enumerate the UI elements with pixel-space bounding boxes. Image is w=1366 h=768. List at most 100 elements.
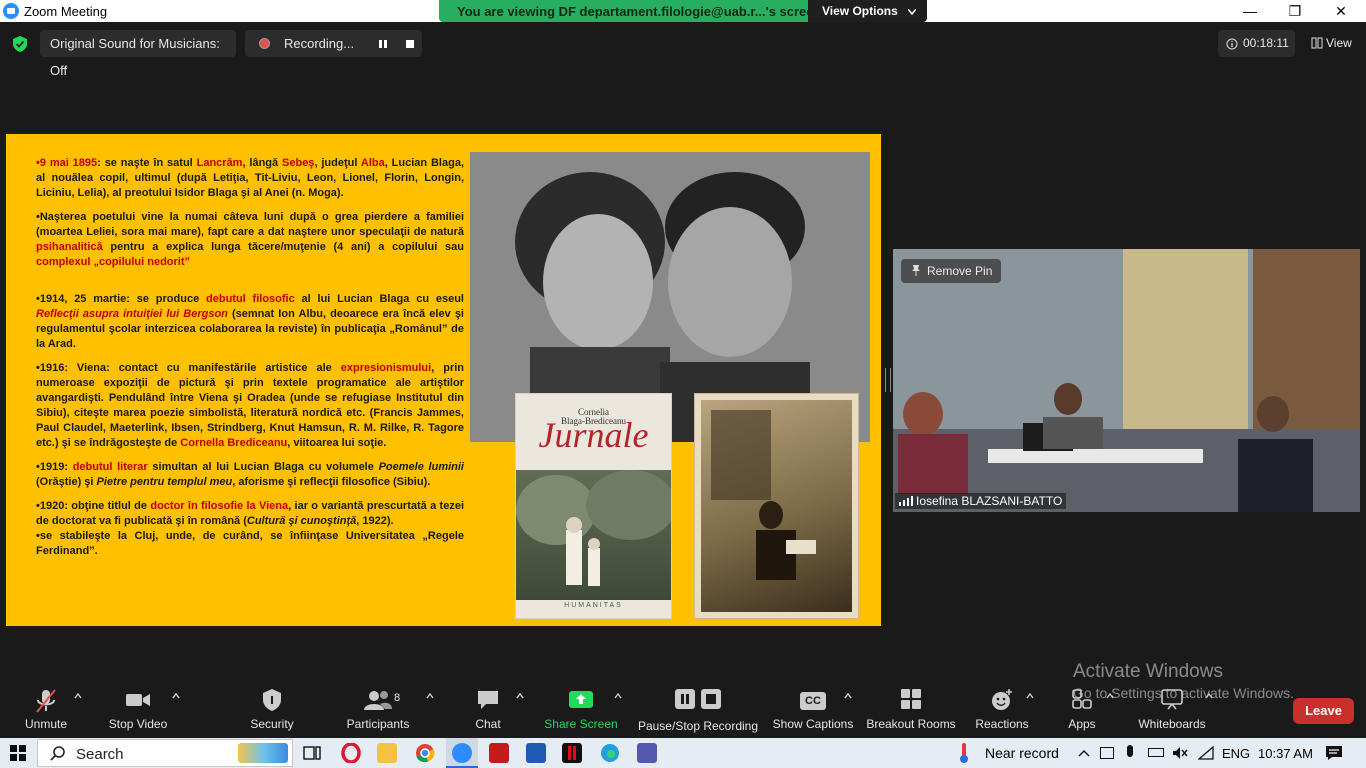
teams-icon[interactable] — [637, 743, 657, 763]
slide-highlight: expresionismului — [340, 362, 432, 374]
info-icon — [1226, 38, 1238, 50]
acrobat-icon[interactable] — [489, 743, 509, 763]
chevron-up-icon[interactable] — [74, 692, 82, 700]
slide-paragraph-1: •9 mai 1895: se naşte în satul Lancrăm, … — [36, 156, 464, 201]
slide-paragraph-5: •1919: debutul literar simultan al lui L… — [36, 460, 464, 490]
participant-video[interactable]: Remove Pin Iosefina BLAZSANI-BATTO — [893, 249, 1360, 512]
pin-icon — [912, 265, 920, 276]
breakout-rooms-label: Breakout Rooms — [866, 717, 956, 731]
chat-bubble-icon — [478, 691, 498, 709]
notifications-icon[interactable] — [1325, 745, 1343, 761]
signal-bars-icon — [899, 496, 913, 506]
book-title: Jurnale — [538, 415, 649, 455]
search-placeholder: Search — [76, 746, 124, 763]
search-icon — [50, 746, 65, 761]
wifi-icon[interactable] — [1198, 746, 1214, 760]
restore-button[interactable]: ❐ — [1272, 0, 1318, 22]
file-explorer-icon[interactable] — [377, 743, 397, 763]
edge-icon[interactable] — [600, 743, 620, 763]
chevron-up-icon[interactable] — [426, 692, 434, 700]
chevron-up-icon[interactable] — [1205, 692, 1213, 700]
language-indicator[interactable]: ENG — [1222, 746, 1250, 761]
meet-now-icon[interactable] — [1100, 747, 1114, 759]
seated-figure-illustration — [711, 410, 816, 580]
slide-text-span: al lui Lucian Blaga cu eseul — [294, 293, 464, 305]
slide-paragraph-6: •1920: obţine titlul de doctor în filoso… — [36, 499, 464, 529]
taskbar-search-box[interactable]: Search — [37, 739, 293, 767]
zoom-logo-icon — [3, 3, 19, 19]
slide-paragraph-3: •1914, 25 martie: se produce debutul fil… — [36, 292, 464, 352]
chevron-up-icon[interactable] — [844, 692, 852, 700]
leave-button[interactable]: Leave — [1293, 698, 1354, 724]
vintage-photo-image — [701, 400, 852, 612]
zoom-app-icon — [452, 743, 472, 763]
clock[interactable]: 10:37 AM — [1258, 746, 1313, 761]
slide-highlight: psihanalitică — [36, 241, 103, 253]
microphone-icon[interactable] — [1127, 745, 1133, 757]
closed-captions-icon: CC — [800, 692, 826, 710]
recording-dot-icon — [259, 38, 270, 49]
view-label: View — [1326, 36, 1352, 50]
slide-text-span: pentru a explica lunga tăcere/muţenie (4… — [102, 241, 464, 253]
view-button[interactable]: View — [1306, 32, 1360, 54]
whiteboard-icon — [1161, 689, 1183, 710]
slide-text-span: simultan al lui Lucian Blaga cu volumele — [147, 461, 379, 473]
slide-paragraph-4: •1916: Viena: contact cu manifestările a… — [36, 361, 464, 451]
slide-date-1: •9 mai 1895 — [36, 157, 98, 169]
whiteboards-label: Whiteboards — [1138, 717, 1206, 731]
netflix-icon[interactable] — [562, 743, 582, 763]
viewing-banner-text: You are viewing DF departament.filologie… — [457, 4, 822, 19]
timer-value: 00:18:11 — [1243, 36, 1289, 50]
chevron-up-icon[interactable] — [614, 692, 622, 700]
participants-label: Participants — [346, 717, 410, 731]
close-button[interactable]: ✕ — [1318, 0, 1364, 22]
speaker-muted-icon[interactable] — [1172, 746, 1188, 760]
recording-indicator: Recording... — [245, 30, 422, 57]
pause-icon[interactable] — [378, 39, 388, 49]
participant-name: Iosefina BLAZSANI-BATTO — [916, 494, 1063, 508]
slide-highlight: Cornella Brediceanu — [180, 437, 288, 449]
slide-text-span: •1914, 25 martie: se produce — [36, 293, 207, 305]
chevron-up-icon[interactable] — [516, 692, 524, 700]
battery-icon[interactable] — [1148, 748, 1164, 757]
shield-check-icon[interactable] — [11, 35, 29, 53]
grid-view-icon — [1311, 37, 1323, 49]
chevron-up-icon[interactable] — [172, 692, 180, 700]
thermometer-icon — [960, 743, 968, 763]
weather-status[interactable]: Near record — [985, 745, 1059, 761]
chrome-icon[interactable] — [415, 743, 435, 763]
slide-highlight: Reflecţii asupra intuiţiei lui Bergson — [36, 308, 228, 320]
minimize-button[interactable]: — — [1227, 0, 1273, 22]
microphone-muted-icon — [36, 689, 56, 713]
smiley-add-icon — [992, 689, 1012, 710]
remove-pin-button[interactable]: Remove Pin — [901, 259, 1002, 283]
opera-icon[interactable] — [341, 742, 361, 764]
original-sound-button[interactable]: Original Sound for Musicians: Off — [40, 30, 236, 78]
zoom-taskbar-active[interactable] — [446, 738, 478, 768]
slide-italic: Pietre pentru templul meu — [96, 476, 233, 488]
slide-highlight: doctor în filosofie la Viena — [150, 500, 289, 512]
activate-windows-title: Activate Windows — [1073, 661, 1223, 682]
book-cover-photo — [516, 470, 671, 600]
view-options-button[interactable]: View Options — [808, 0, 927, 22]
chevron-up-icon[interactable] — [1026, 692, 1034, 700]
view-options-label: View Options — [822, 4, 898, 18]
slide-text-span: , 1922). — [356, 515, 394, 527]
apps-label: Apps — [1068, 717, 1096, 731]
window-title: Zoom Meeting — [24, 4, 108, 19]
slide-text-span: •Naşterea poetului vine la numai câteva … — [36, 211, 464, 238]
windows-start-icon[interactable] — [10, 745, 26, 761]
video-resize-handle[interactable] — [885, 368, 891, 392]
word-icon[interactable] — [526, 743, 546, 763]
slide-highlight: Alba — [360, 157, 385, 169]
slide-highlight: debutul literar — [72, 461, 148, 473]
stop-icon[interactable] — [405, 39, 415, 49]
chevron-up-icon[interactable] — [1106, 692, 1114, 700]
breakout-rooms-icon — [901, 689, 921, 709]
chevron-up-tray-icon[interactable] — [1078, 749, 1090, 757]
slide-highlight: Lancrăm — [196, 157, 243, 169]
task-view-icon[interactable] — [303, 745, 321, 761]
meeting-timer[interactable]: 00:18:11 — [1218, 30, 1295, 57]
slide-highlight: Sebeş — [282, 157, 315, 169]
captions-badge-label: CC — [805, 695, 821, 707]
